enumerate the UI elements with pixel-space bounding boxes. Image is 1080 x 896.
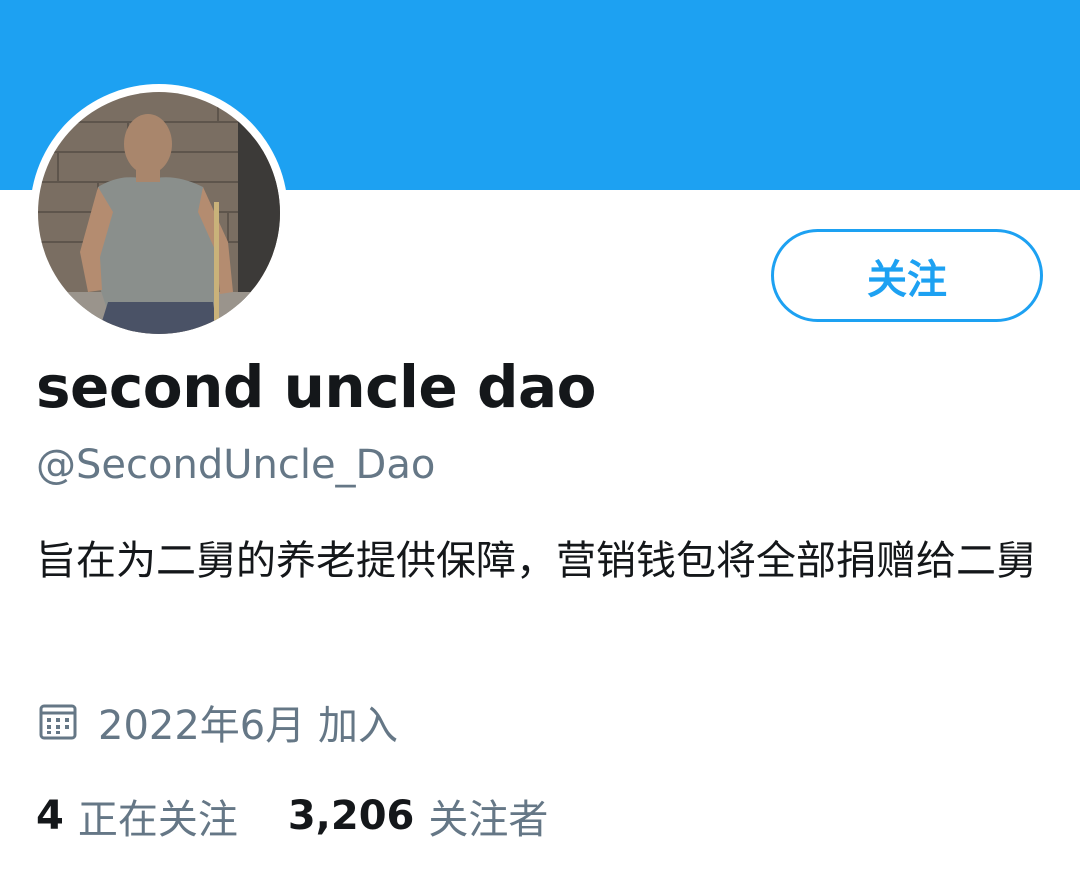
profile-photo <box>38 92 280 334</box>
display-name: second uncle dao <box>36 353 596 421</box>
profile-bio: 旨在为二舅的养老提供保障，营销钱包将全部捐赠给二舅 <box>36 538 1036 584</box>
followers-label: 关注者 <box>428 797 549 843</box>
join-date: 2022年6月 加入 <box>36 693 398 751</box>
following-label: 正在关注 <box>77 797 238 843</box>
calendar-icon <box>39 704 77 740</box>
following-count: 4 <box>36 793 64 839</box>
follow-button[interactable]: 关注 <box>771 229 1043 322</box>
followers-stat[interactable]: 3,206 关注者 <box>288 787 549 845</box>
avatar[interactable] <box>30 84 288 342</box>
username-handle: @SecondUncle_Dao <box>36 442 436 488</box>
follow-stats: 4 正在关注 3,206 关注者 <box>36 787 548 845</box>
following-stat[interactable]: 4 正在关注 <box>36 787 238 845</box>
followers-count: 3,206 <box>287 793 415 839</box>
join-date-text: 2022年6月 加入 <box>98 703 398 749</box>
